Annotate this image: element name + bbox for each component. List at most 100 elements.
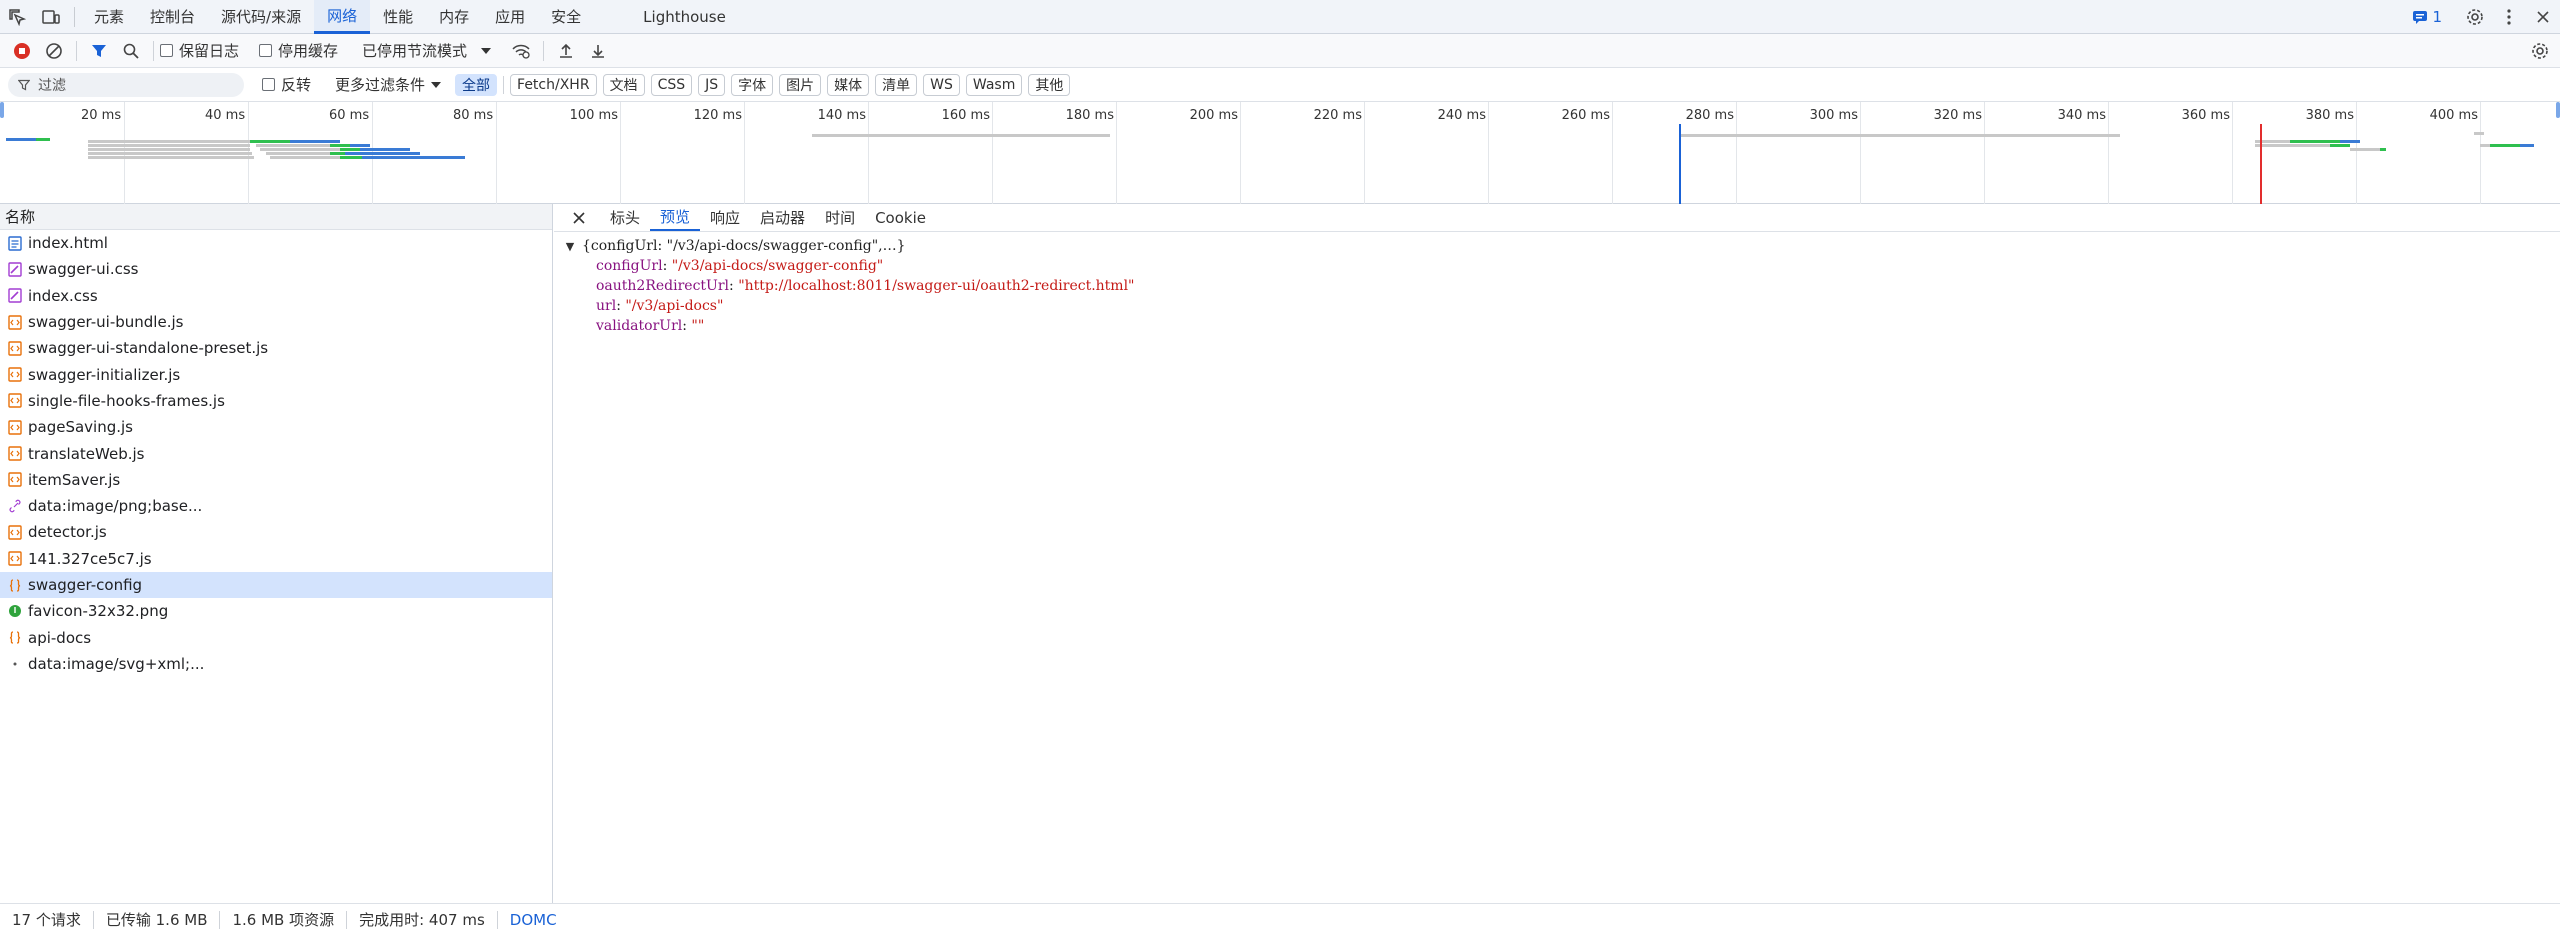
json-property[interactable]: validatorUrl: "" (554, 316, 2560, 336)
expand-triangle-icon[interactable]: ▼ (562, 240, 578, 253)
timeline-gridline (1736, 102, 1737, 204)
filter-chip-11[interactable]: 其他 (1028, 73, 1071, 96)
overview-left-handle[interactable] (0, 102, 4, 118)
script-icon (7, 446, 22, 461)
network-overview-timeline[interactable]: 20 ms 40 ms 60 ms 80 ms 100 ms 120 ms 140 ms 16… (0, 102, 2560, 204)
stop-recording-icon[interactable] (6, 35, 38, 67)
export-har-icon[interactable] (582, 35, 614, 67)
json-property[interactable]: url: "/v3/api-docs" (554, 296, 2560, 316)
clear-icon[interactable] (38, 35, 70, 67)
filter-chip-5[interactable]: 字体 (731, 73, 774, 96)
tab-6[interactable]: 应用 (482, 0, 538, 34)
request-row[interactable]: data:image/svg+xml;... (0, 651, 552, 677)
filter-chip-8[interactable]: 清单 (875, 73, 918, 96)
tab-0[interactable]: 元素 (81, 0, 137, 34)
issues-badge[interactable]: 1 (2412, 8, 2442, 26)
detail-tab-5[interactable]: Cookie (865, 204, 936, 231)
filter-chip-6[interactable]: 图片 (779, 73, 822, 96)
detail-tab-0[interactable]: 标头 (600, 204, 650, 231)
request-row[interactable]: pageSaving.js (0, 414, 552, 440)
filter-chip-3[interactable]: CSS (650, 73, 693, 96)
request-row[interactable]: swagger-ui.css (0, 256, 552, 282)
checkbox-box[interactable] (160, 44, 173, 57)
request-row[interactable]: index.css (0, 283, 552, 309)
request-row[interactable]: favicon-32x32.png (0, 598, 552, 624)
request-row[interactable]: detector.js (0, 519, 552, 545)
request-name: data:image/png;base... (28, 497, 203, 516)
close-detail-icon[interactable] (566, 204, 592, 231)
preserve-log-label: 保留日志 (179, 42, 240, 60)
request-row[interactable]: swagger-config (0, 571, 552, 599)
filter-chip-7[interactable]: 媒体 (827, 73, 870, 96)
preserve-log-checkbox[interactable]: 保留日志 (160, 40, 239, 61)
inspect-element-icon[interactable] (0, 0, 34, 34)
filter-chip-9[interactable]: WS (923, 73, 960, 96)
disable-cache-checkbox[interactable]: 停用缓存 (259, 40, 338, 61)
timeline-tick-label: 380 ms (2305, 108, 2354, 123)
filter-chip-2[interactable]: 文档 (602, 73, 645, 96)
request-row[interactable]: translateWeb.js (0, 440, 552, 466)
checkbox-box[interactable] (262, 78, 275, 91)
tab-4[interactable]: 性能 (370, 0, 426, 34)
close-devtools-icon[interactable] (2526, 0, 2560, 34)
timeline-request-bar (2474, 132, 2484, 135)
detail-tab-4[interactable]: 时间 (815, 204, 865, 231)
settings-gear-icon[interactable] (2458, 0, 2492, 34)
timeline-tick-label: 160 ms (941, 108, 990, 123)
checkbox-box[interactable] (259, 44, 273, 57)
detail-tab-2[interactable]: 响应 (700, 204, 750, 231)
timeline-request-bar (2380, 148, 2386, 151)
column-header-name[interactable]: 名称 (0, 204, 552, 230)
invert-checkbox[interactable]: 反转 (262, 74, 311, 95)
search-icon[interactable] (115, 35, 147, 67)
throttling-select[interactable]: 已停用节流模式 (362, 40, 492, 61)
json-icon (7, 578, 22, 593)
timeline-request-bar (2520, 144, 2534, 147)
more-filters-dropdown[interactable]: 更多过滤条件 (335, 74, 442, 95)
network-settings-icon[interactable] (2524, 35, 2556, 67)
timeline-gridline (1116, 102, 1117, 204)
device-toolbar-icon[interactable] (34, 0, 68, 34)
tab-7[interactable]: 安全 (538, 0, 594, 34)
script-icon (7, 393, 22, 409)
request-row[interactable]: swagger-initializer.js (0, 361, 552, 387)
request-row[interactable]: itemSaver.js (0, 467, 552, 493)
filter-chip-10[interactable]: Wasm (965, 73, 1023, 96)
request-row[interactable]: index.html (0, 230, 552, 256)
tab-5[interactable]: 内存 (426, 0, 482, 34)
request-row[interactable]: swagger-ui-bundle.js (0, 309, 552, 335)
request-row[interactable]: swagger-ui-standalone-preset.js (0, 335, 552, 361)
filter-chip-0[interactable]: 全部 (455, 73, 498, 96)
request-row[interactable]: single-file-hooks-frames.js (0, 388, 552, 414)
json-key: configUrl (596, 258, 663, 274)
timeline-gridline (1984, 102, 1985, 204)
overview-right-handle[interactable] (2556, 102, 2560, 118)
timeline-gridline (2232, 102, 2233, 204)
request-name: pageSaving.js (28, 418, 133, 437)
json-property[interactable]: configUrl: "/v3/api-docs/swagger-config" (554, 256, 2560, 276)
tab-8[interactable]: Lighthouse (630, 0, 739, 34)
request-name: swagger-ui.css (28, 260, 139, 279)
invert-label: 反转 (281, 76, 312, 94)
image-icon (7, 604, 22, 619)
message-icon (2413, 11, 2428, 24)
request-row[interactable]: api-docs (0, 624, 552, 650)
filter-chip-1[interactable]: Fetch/XHR (510, 73, 597, 96)
tab-3[interactable]: 网络 (314, 0, 371, 34)
filter-icon[interactable] (83, 35, 115, 67)
filter-input[interactable]: 过滤 (8, 72, 244, 97)
detail-tab-3[interactable]: 启动器 (750, 204, 815, 231)
tab-2[interactable]: 源代码/来源 (208, 0, 314, 34)
json-root-line[interactable]: ▼ {configUrl: "/v3/api-docs/swagger-conf… (554, 236, 2560, 256)
filter-chip-4[interactable]: JS (698, 73, 726, 96)
json-property[interactable]: oauth2RedirectUrl: "http://localhost:801… (554, 276, 2560, 296)
timeline-gridline (620, 102, 621, 204)
detail-tab-1[interactable]: 预览 (650, 204, 701, 231)
more-options-icon[interactable] (2492, 0, 2526, 34)
tab-1[interactable]: 控制台 (137, 0, 208, 34)
network-conditions-icon[interactable] (505, 35, 537, 67)
request-row[interactable]: 141.327ce5c7.js (0, 546, 552, 572)
import-har-icon[interactable] (550, 35, 582, 67)
request-row[interactable]: data:image/png;base... (0, 493, 552, 519)
timeline-gridline (868, 102, 869, 204)
